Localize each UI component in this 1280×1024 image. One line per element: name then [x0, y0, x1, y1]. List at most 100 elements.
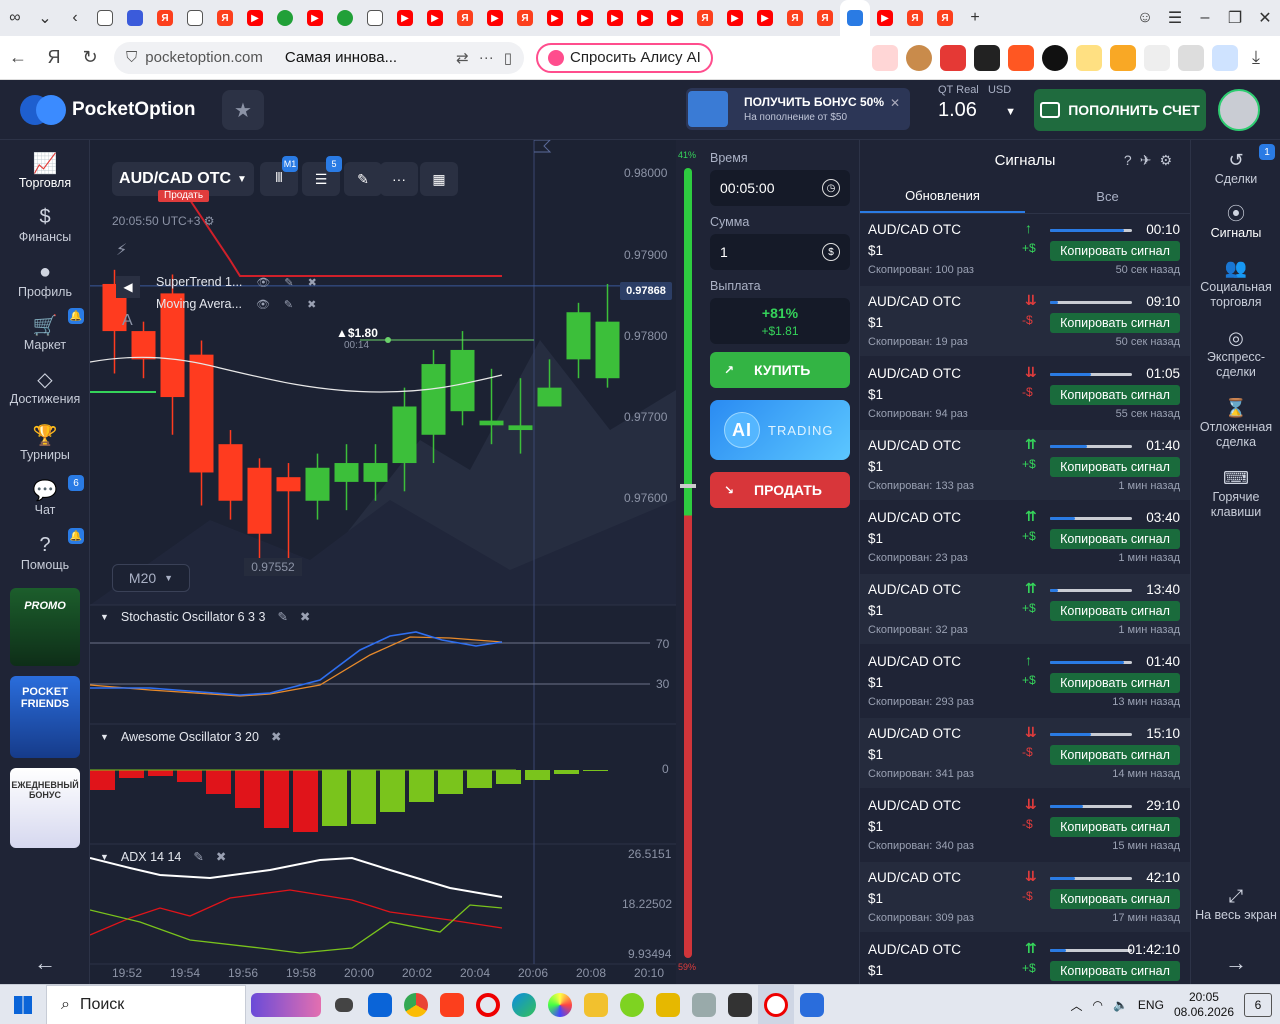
reload-icon[interactable]: ↻: [72, 47, 108, 68]
nav-trades[interactable]: ↺ Сделки 1: [1191, 144, 1280, 187]
gear-icon[interactable]: ⚙: [1159, 152, 1172, 169]
timeframe-selector[interactable]: M20 ▼: [112, 564, 190, 592]
caret-down-icon[interactable]: ▼: [100, 732, 109, 742]
browser-tab[interactable]: Я: [780, 0, 810, 36]
back-icon[interactable]: ←: [0, 47, 36, 68]
nav-express[interactable]: ◎ Экспресс-сделки: [1191, 326, 1280, 380]
account-selector[interactable]: QT Real USD 1.06 ▼: [938, 84, 1022, 122]
copy-signal-button[interactable]: Копировать сигнал: [1050, 241, 1180, 261]
browser-tab[interactable]: Я: [510, 0, 540, 36]
daily-bonus-card[interactable]: ЕЖЕДНЕВНЫЙ БОНУС: [10, 768, 80, 848]
pencil-icon[interactable]: ✎: [284, 298, 293, 311]
taskbar-widget[interactable]: [246, 985, 326, 1024]
nav-market[interactable]: 🛒 Маркет 🔔: [0, 308, 90, 352]
close-icon[interactable]: ✖: [216, 849, 226, 864]
copy-signal-button[interactable]: Копировать сигнал: [1050, 889, 1180, 909]
mail-icon[interactable]: [362, 985, 398, 1024]
copy-signal-button[interactable]: Копировать сигнал: [1050, 385, 1180, 405]
copy-signal-button[interactable]: Копировать сигнал: [1050, 961, 1180, 981]
copy-signal-button[interactable]: Копировать сигнал: [1050, 457, 1180, 477]
copy-signal-button[interactable]: Копировать сигнал: [1050, 745, 1180, 765]
browser-tab[interactable]: [180, 0, 210, 36]
url-field[interactable]: ⛉ pocketoption.com Самая иннова... ⇄ ···…: [114, 41, 524, 74]
nav-chat[interactable]: 💬 Чат 6: [0, 475, 90, 517]
extension-icon[interactable]: [1212, 44, 1238, 71]
text-tool-icon[interactable]: A: [122, 312, 133, 330]
explorer-icon[interactable]: [578, 985, 614, 1024]
browser-tab[interactable]: [90, 0, 120, 36]
extension-icon[interactable]: [1178, 44, 1204, 71]
browser-tab[interactable]: Я: [450, 0, 480, 36]
close-icon[interactable]: ✕: [1250, 8, 1280, 28]
bonus-banner[interactable]: ПОЛУЧИТЬ БОНУС 50% На пополнение от $50 …: [686, 88, 910, 130]
tab-updates[interactable]: Обновления: [860, 180, 1025, 213]
indicators-button[interactable]: ☰ 5: [302, 156, 342, 196]
nav-help[interactable]: ? Помощь 🔔: [0, 528, 90, 572]
favorites-star-button[interactable]: ★: [222, 90, 264, 130]
browser-tab-active[interactable]: [840, 0, 870, 36]
tabs-menu-icon[interactable]: ∞: [0, 9, 30, 27]
close-icon[interactable]: ✖: [307, 298, 316, 311]
nav-tournaments[interactable]: 🏆 Турниры: [0, 422, 90, 463]
adx-header[interactable]: ▼ ADX 14 14 ✎ ✖: [100, 849, 226, 865]
browser-tab[interactable]: Я: [900, 0, 930, 36]
layout-button[interactable]: ▦: [420, 162, 458, 196]
browser-tab[interactable]: [360, 0, 390, 36]
browser-tab[interactable]: ▶: [390, 0, 420, 36]
translate-icon[interactable]: ⇄: [456, 49, 469, 67]
avatar[interactable]: [1218, 89, 1260, 131]
awesome-header[interactable]: ▼ Awesome Oscillator 3 20 ✖: [100, 729, 281, 745]
app-icon[interactable]: [794, 985, 830, 1024]
caret-down-icon[interactable]: ▼: [100, 612, 109, 622]
clock[interactable]: 20:05 08.06.2026: [1174, 990, 1234, 1020]
chevron-down-icon[interactable]: ⌄: [30, 8, 60, 28]
pencil-icon[interactable]: ✎: [277, 609, 287, 624]
close-icon[interactable]: ✖: [271, 729, 281, 744]
pdf-icon[interactable]: [1008, 44, 1034, 71]
chrome-icon[interactable]: [398, 985, 434, 1024]
nav-profile[interactable]: ● Профиль: [0, 259, 90, 300]
browser-tab[interactable]: ▶: [300, 0, 330, 36]
browser-tab[interactable]: ▶: [720, 0, 750, 36]
browser-tab[interactable]: [120, 0, 150, 36]
notifications-icon[interactable]: 6: [1244, 993, 1272, 1017]
copy-signal-button[interactable]: Копировать сигнал: [1050, 817, 1180, 837]
cookie-icon[interactable]: [906, 44, 932, 71]
copy-signal-button[interactable]: Копировать сигнал: [1050, 313, 1180, 333]
pencil-icon[interactable]: ✎: [284, 276, 293, 289]
nav-fullscreen[interactable]: ⤢ На весь экран: [1191, 884, 1280, 923]
close-icon[interactable]: ✖: [300, 609, 310, 624]
eye-icon[interactable]: 👁: [256, 276, 270, 289]
browser-tab[interactable]: ▶: [240, 0, 270, 36]
edge-icon[interactable]: [506, 985, 542, 1024]
alice-button[interactable]: Спросить Алису AI: [536, 42, 713, 73]
help-icon[interactable]: ?: [1124, 152, 1132, 169]
extension-icon[interactable]: [1042, 44, 1068, 71]
drawing-button[interactable]: ✎: [344, 162, 382, 196]
copy-signal-button[interactable]: Копировать сигнал: [1050, 529, 1180, 549]
copy-signal-button[interactable]: Копировать сигнал: [1050, 673, 1180, 693]
close-icon[interactable]: ✖: [308, 276, 317, 289]
browser-tab[interactable]: ▶: [630, 0, 660, 36]
extension-icon[interactable]: [1144, 44, 1170, 71]
collapse-left-icon[interactable]: ←: [34, 950, 56, 976]
tab-back-icon[interactable]: ‹: [60, 9, 90, 27]
chart-area[interactable]: AUD/CAD OTC ▼ 𝍫 M1 ☰ 5 ✎ ··· ▦ 20:05:50 UTC…: [90, 140, 676, 984]
browser-tab[interactable]: Я: [810, 0, 840, 36]
browser-tab[interactable]: [330, 0, 360, 36]
sell-button[interactable]: ↘ ПРОДАТЬ: [710, 472, 850, 508]
browser-tab[interactable]: ▶: [750, 0, 780, 36]
lock-app-icon[interactable]: [650, 985, 686, 1024]
nav-signals[interactable]: ⦿ Сигналы: [1191, 202, 1280, 241]
copy-signal-button[interactable]: Копировать сигнал: [1050, 601, 1180, 621]
logo[interactable]: PocketOption: [20, 95, 196, 125]
wifi-icon[interactable]: ◠: [1092, 998, 1102, 1012]
nav-trading[interactable]: 📈 Торговля: [0, 150, 90, 191]
browser-tab[interactable]: ▶: [570, 0, 600, 36]
app-icon[interactable]: [614, 985, 650, 1024]
nav-finance[interactable]: $ Финансы: [0, 204, 90, 245]
extension-icon[interactable]: [872, 44, 898, 71]
tab-all[interactable]: Все: [1025, 180, 1190, 213]
browser-tab[interactable]: [270, 0, 300, 36]
sound-icon[interactable]: [1076, 44, 1102, 71]
